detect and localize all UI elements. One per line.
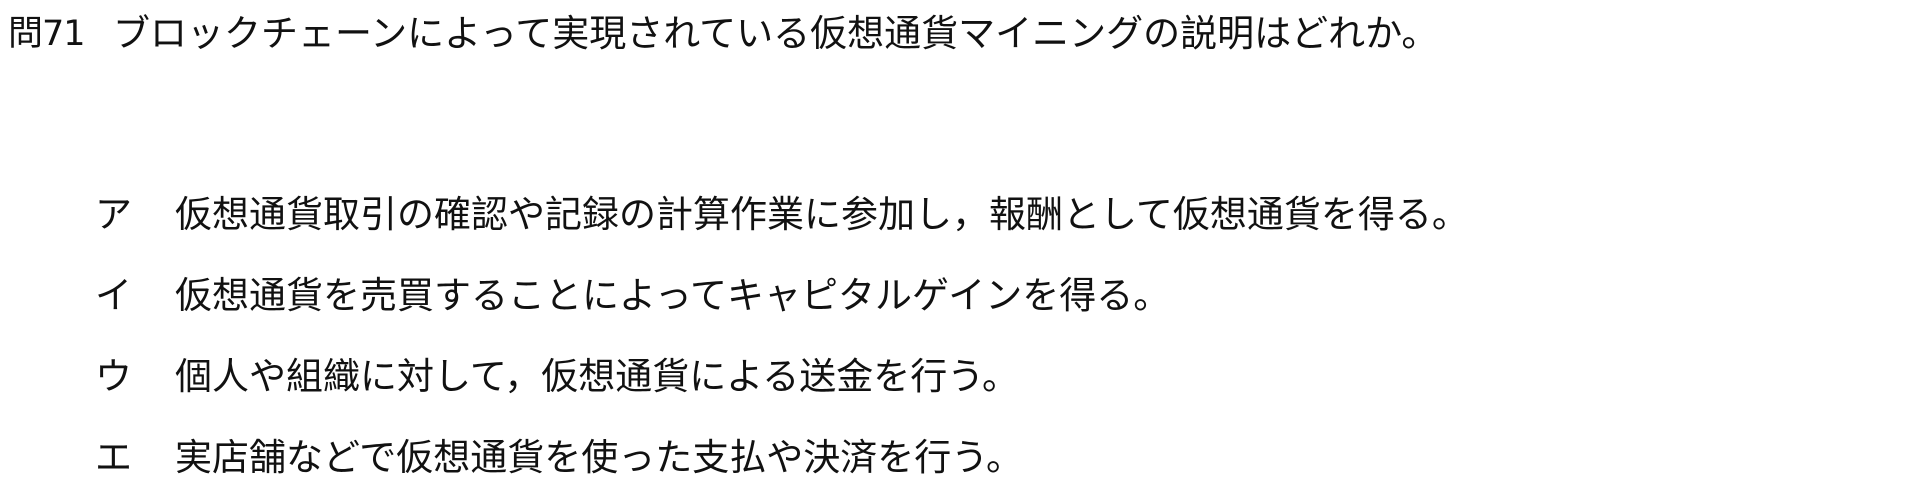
choice-e: エ 実店舗などで仮想通貨を使った支払や決済を行う。 <box>95 413 1469 494</box>
exam-question-page: 問71 ブロックチェーンによって実現されている仮想通貨マイニングの説明はどれか。… <box>0 0 1919 491</box>
choice-label: エ <box>95 435 132 479</box>
choice-a: ア 仮想通貨取引の確認や記録の計算作業に参加し，報酬として仮想通貨を得る。 <box>95 170 1469 251</box>
choice-u: ウ 個人や組織に対して，仮想通貨による送金を行う。 <box>95 332 1469 413</box>
choice-label: ウ <box>95 354 132 398</box>
question-number: 問71 <box>8 13 86 54</box>
choice-text: 仮想通貨を売買することによってキャピタルゲインを得る。 <box>175 273 1171 317</box>
question-text: ブロックチェーンによって実現されている仮想通貨マイニングの説明はどれか。 <box>113 12 1439 55</box>
answer-choices: ア 仮想通貨取引の確認や記録の計算作業に参加し，報酬として仮想通貨を得る。 イ … <box>95 170 1469 494</box>
choice-i: イ 仮想通貨を売買することによってキャピタルゲインを得る。 <box>95 251 1469 332</box>
choice-text: 個人や組織に対して，仮想通貨による送金を行う。 <box>175 354 1019 398</box>
choice-label: ア <box>95 192 132 236</box>
question-header: 問71 ブロックチェーンによって実現されている仮想通貨マイニングの説明はどれか。 <box>8 4 1438 56</box>
choice-text: 仮想通貨取引の確認や記録の計算作業に参加し，報酬として仮想通貨を得る。 <box>175 192 1469 236</box>
choice-label: イ <box>95 273 132 317</box>
choice-text: 実店舗などで仮想通貨を使った支払や決済を行う。 <box>175 435 1024 479</box>
